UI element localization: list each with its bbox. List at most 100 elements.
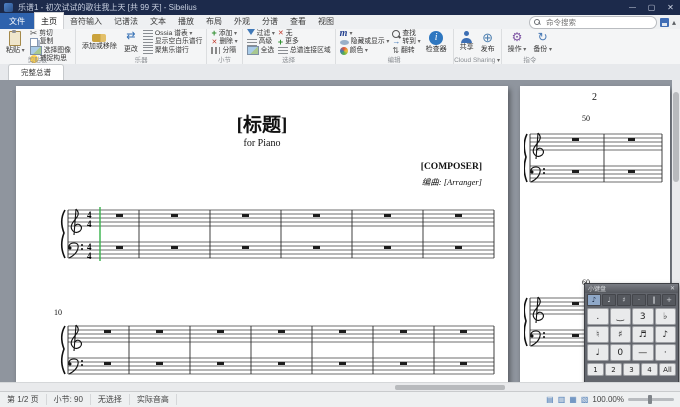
- keypad-key-rest[interactable]: 0: [610, 344, 632, 361]
- keypad-key-sharp[interactable]: ♯: [610, 326, 632, 343]
- keypad-tab-barlines[interactable]: ‖: [647, 294, 661, 306]
- zoom-slider[interactable]: [628, 398, 674, 401]
- minimize-button[interactable]: [623, 0, 642, 15]
- keypad-close-icon[interactable]: ✕: [670, 285, 675, 292]
- music-system-1[interactable]: 4 4 4 4: [58, 202, 502, 272]
- tab-home[interactable]: 主页: [34, 12, 64, 29]
- voice-all-button[interactable]: All: [659, 363, 676, 376]
- score-subtitle[interactable]: for Piano: [16, 138, 508, 149]
- tab-notations[interactable]: 记谱法: [108, 13, 144, 29]
- group-label-bars: 小节: [207, 54, 241, 64]
- whole-rests: [104, 330, 467, 365]
- close-button[interactable]: [661, 0, 680, 15]
- tab-layout[interactable]: 布局: [200, 13, 228, 29]
- keypad-key-tie[interactable]: ‿: [610, 308, 632, 325]
- delete-bar-button[interactable]: 删除: [211, 38, 237, 46]
- keypad-tab-more-notes[interactable]: ♩: [602, 294, 616, 306]
- music-system-2[interactable]: [58, 318, 502, 382]
- change-instrument-button[interactable]: 更改: [122, 30, 140, 54]
- group-label-clipboard: 剪贴板: [0, 54, 75, 64]
- tab-file[interactable]: 文件: [0, 13, 34, 29]
- bass-clef: [69, 243, 84, 258]
- zoom-slider-thumb[interactable]: [648, 395, 652, 404]
- bass-clef: [531, 331, 546, 346]
- keypad-key-half[interactable]: —: [632, 344, 654, 361]
- show-empty-staves-button[interactable]: 显示空白乐谱行: [143, 38, 203, 46]
- whole-rests: [572, 302, 579, 337]
- voice-3-button[interactable]: 3: [623, 363, 640, 376]
- backup-button[interactable]: 备份: [531, 30, 554, 54]
- globe-icon: [481, 31, 495, 45]
- view-single-icon[interactable]: ▧: [581, 395, 589, 404]
- status-page-indicator: 第 1/2 页: [0, 394, 47, 405]
- keypad-panel[interactable]: 小键盘 ✕ ♪ ♩ ♯ · ‖ + . ‿ 3 ♭ ♮ ♯ ♬ ♪ ♩ 0 — …: [584, 283, 679, 382]
- inspector-button[interactable]: 检查器: [424, 30, 449, 54]
- save-icon[interactable]: [660, 18, 669, 27]
- group-label-edit: 编辑: [336, 54, 453, 64]
- time-signature-bottom-bass: 4: [87, 251, 92, 261]
- tab-view[interactable]: 视图: [312, 13, 340, 29]
- score-arranger[interactable]: 编曲: [Arranger]: [422, 176, 482, 188]
- view-spread-icon[interactable]: ▦: [569, 395, 577, 404]
- voice-1-button[interactable]: 1: [587, 363, 604, 376]
- keypad-tab-notes[interactable]: ♪: [587, 294, 601, 306]
- keypad-key-flat[interactable]: ♭: [655, 308, 677, 325]
- score-page-1[interactable]: [标题] for Piano [COMPOSER] 编曲: [Arranger]…: [16, 86, 508, 382]
- score-composer[interactable]: [COMPOSER]: [421, 162, 482, 172]
- tab-appearance[interactable]: 外观: [228, 13, 256, 29]
- group-label-select: 选择: [243, 54, 335, 64]
- whole-rests: [572, 138, 635, 173]
- delete-x-icon: [211, 39, 217, 47]
- vertical-scrollbar-thumb[interactable]: [673, 92, 679, 182]
- view-panorama-icon[interactable]: ▤: [546, 395, 554, 404]
- zoom-percentage[interactable]: 100.00%: [592, 395, 624, 404]
- document-tab-bar: 完整总谱: [0, 64, 680, 81]
- select-more-button[interactable]: 更多: [278, 38, 331, 46]
- publish-button[interactable]: 发布: [479, 30, 497, 54]
- share-button[interactable]: 共享: [458, 30, 476, 52]
- keypad-tab-extra[interactable]: +: [662, 294, 676, 306]
- ribbon-home: 粘贴 剪切 复制 选择图像 捕捉构思 剪贴板 添加或移除: [0, 29, 680, 65]
- view-pages-icon[interactable]: ▥: [558, 395, 566, 404]
- keypad-key-whole[interactable]: ·: [655, 344, 677, 361]
- paste-button[interactable]: 粘贴: [4, 30, 27, 55]
- command-search[interactable]: [529, 16, 657, 29]
- barlines: [530, 134, 662, 182]
- tab-review[interactable]: 查看: [284, 13, 312, 29]
- horizontal-scrollbar-thumb[interactable]: [395, 385, 505, 390]
- group-clipboard: 粘贴 剪切 复制 选择图像 捕捉构思 剪贴板: [0, 29, 76, 64]
- keypad-key-quarter[interactable]: ♩: [587, 344, 609, 361]
- keypad-key-sixteenth[interactable]: ♬: [632, 326, 654, 343]
- keypad-tab-articulations[interactable]: ·: [632, 294, 646, 306]
- add-remove-instruments-button[interactable]: 添加或移除: [80, 30, 119, 51]
- status-concert-pitch[interactable]: 实际音高: [130, 394, 177, 405]
- tab-text[interactable]: 文本: [144, 13, 172, 29]
- search-input[interactable]: [544, 17, 643, 28]
- collapse-ribbon-icon[interactable]: [672, 17, 676, 27]
- group-commands: 操作 备份 指令: [502, 29, 558, 64]
- keypad-key-dot[interactable]: .: [587, 308, 609, 325]
- brace: [524, 298, 527, 346]
- score-title[interactable]: [标题]: [16, 110, 508, 137]
- maximize-button[interactable]: [642, 0, 661, 15]
- keypad-key-natural[interactable]: ♮: [587, 326, 609, 343]
- hide-show-button[interactable]: 隐藏或显示: [340, 38, 390, 46]
- ossia-staff-icon: [143, 30, 153, 38]
- score-view[interactable]: [标题] for Piano [COMPOSER] 编曲: [Arranger]…: [0, 80, 680, 382]
- keypad-tab-accidentals[interactable]: ♯: [617, 294, 631, 306]
- voice-4-button[interactable]: 4: [641, 363, 658, 376]
- gear-icon: [510, 31, 524, 45]
- keypad-key-eighth[interactable]: ♪: [655, 326, 677, 343]
- music-system-p2-1[interactable]: [524, 126, 664, 196]
- tab-parts[interactable]: 分谱: [256, 13, 284, 29]
- group-instruments: 添加或移除 更改 Ossia 谱表 显示空白乐谱行 聚焦乐谱行 乐器: [76, 29, 208, 64]
- tab-note-input[interactable]: 音符输入: [64, 13, 108, 29]
- tab-play[interactable]: 播放: [172, 13, 200, 29]
- operations-button[interactable]: 操作: [506, 30, 529, 54]
- keypad-titlebar[interactable]: 小键盘 ✕: [585, 284, 678, 293]
- keypad-key-tuplet[interactable]: 3: [632, 308, 654, 325]
- ribbon-tab-bar: 文件 主页 音符输入 记谱法 文本 播放 布局 外观 分谱 查看 视图: [0, 15, 680, 30]
- search-icon: [534, 19, 541, 26]
- tab-full-score[interactable]: 完整总谱: [8, 64, 64, 80]
- voice-2-button[interactable]: 2: [605, 363, 622, 376]
